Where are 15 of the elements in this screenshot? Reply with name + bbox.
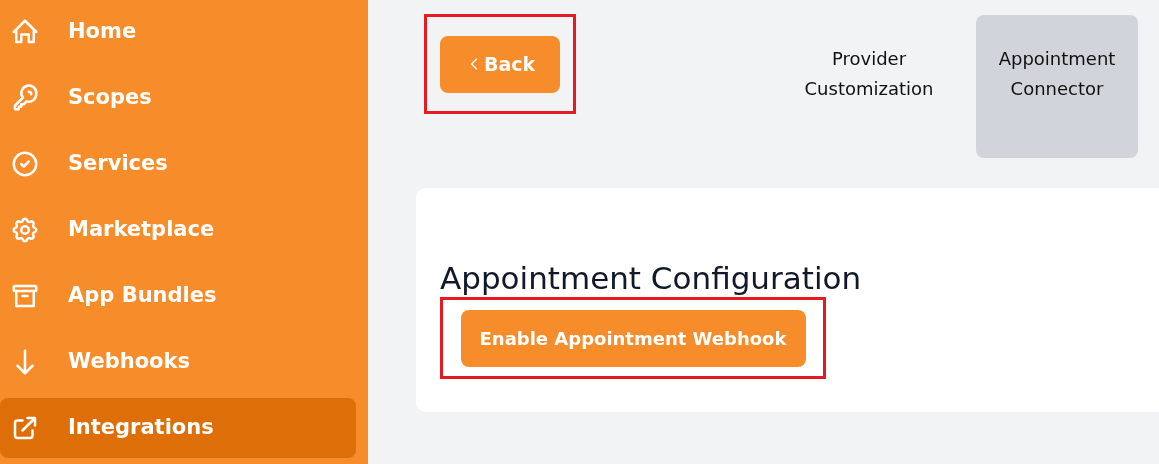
back-button[interactable]: Back — [440, 35, 560, 93]
check-circle-icon — [10, 149, 40, 179]
sidebar-item[interactable]: Marketplace — [0, 200, 356, 260]
tab[interactable]: Provider Customization — [784, 15, 954, 158]
sidebar-item[interactable]: Integrations — [0, 398, 356, 458]
sidebar-item[interactable]: App Bundles — [0, 266, 356, 326]
sidebar-item[interactable]: Home — [0, 2, 356, 62]
sidebar-item[interactable]: Services — [0, 134, 356, 194]
sidebar-item[interactable]: Webhooks — [0, 332, 356, 392]
tab[interactable]: Appointment Connector — [976, 15, 1138, 158]
card-title: Appointment Configuration — [440, 260, 863, 298]
sidebar-item[interactable]: Scopes — [0, 68, 356, 128]
chevron-left-icon — [470, 57, 478, 71]
settings-icon — [10, 215, 40, 245]
enable-webhook-button[interactable]: Enable Appointment Webhook — [460, 309, 806, 367]
